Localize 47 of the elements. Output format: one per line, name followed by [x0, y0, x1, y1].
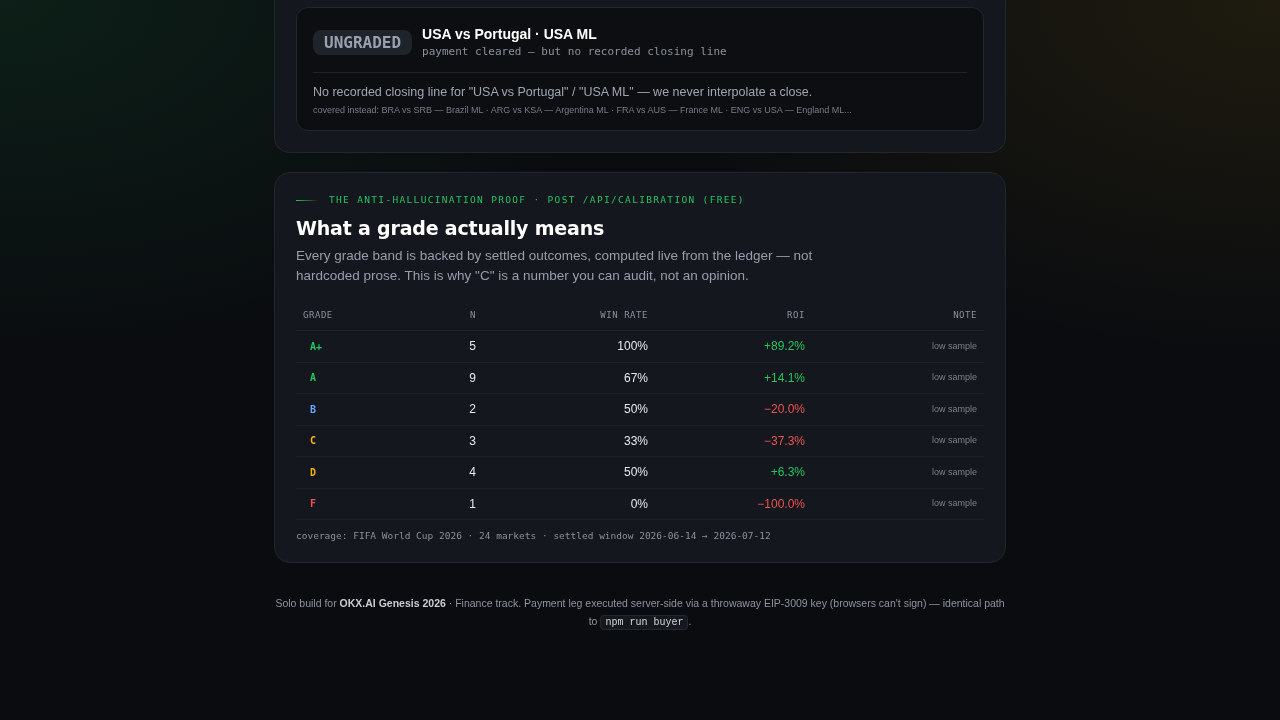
table-cell-text: 3: [469, 432, 476, 450]
column-header: WIN RATE: [600, 309, 648, 323]
match-subtitle: payment cleared — but no recorded closing line: [422, 44, 727, 60]
table-cell: low sample: [931, 465, 977, 479]
grade-cell-text: A: [310, 371, 317, 386]
column-header: GRADE: [303, 309, 333, 323]
section-eyebrow: THE ANTI-HALLUCINATION PROOF · POST /API/CALIBRATION (FREE): [329, 194, 745, 206]
table-cell-text: 67%: [623, 369, 648, 387]
table-cell-text: 0%: [630, 495, 648, 513]
match-title: USA vs Portugal · USA ML: [422, 25, 598, 43]
table-cell-text: low sample: [931, 371, 977, 384]
table-cell-text: 100%: [617, 338, 648, 356]
table-cell-text: low sample: [931, 434, 977, 447]
status-badge: UNGRADED: [313, 30, 413, 55]
table-cell-text: 2: [469, 401, 476, 419]
grade-cell-text: D: [310, 465, 317, 480]
command-code: npm run buyer: [600, 615, 689, 630]
table-cell-text: 9: [469, 369, 476, 387]
table-cell-text: 50%: [623, 401, 648, 419]
table-cell-text: −100.0%: [757, 495, 805, 513]
table-cell-text: −37.3%: [763, 432, 805, 450]
covered-instead-text: covered instead: BRA vs SRB — Brazil ML · ARG vs KSA — Argentina ML · FRA vs AUS — France ML · ENG vs USA — England ML...: [313, 104, 853, 116]
grade-cell-text: C: [310, 434, 317, 449]
table-cell-text: low sample: [931, 497, 977, 510]
grade-cell-text: F: [310, 497, 317, 512]
table-cell-text: 4: [469, 464, 476, 482]
column-header: NOTE: [953, 309, 977, 323]
table-cell-text: +6.3%: [770, 464, 805, 482]
grade-cell-text: B: [310, 402, 317, 417]
table-cell-text: +14.1%: [763, 369, 805, 387]
table-cell: low sample: [931, 339, 977, 353]
table-cell: low sample: [931, 402, 977, 416]
column-header: N: [470, 309, 476, 323]
table-cell-text: 1: [469, 495, 476, 513]
footer-text: Solo build for OKX.AI Genesis 2026 · Finance track. Payment leg executed server-side via a throwaway EIP-3009 key (browsers can't sign) — identical path to npm run buyer .: [274, 596, 1006, 632]
table-cell-text: +89.2%: [763, 338, 805, 356]
table-cell-text: 5: [469, 338, 476, 356]
section-description: Every grade band is backed by settled outcomes, computed live from the ledger — not hardcoded prose. This is why "C" is a number you can audit, not an opinion.: [296, 247, 814, 285]
grade-cell-text: A+: [310, 339, 323, 354]
table-cell-text: 50%: [623, 464, 648, 482]
no-closing-line-message: No recorded closing line for "USA vs Portugal" / "USA ML" — we never interpolate a close.: [313, 84, 814, 100]
table-cell-text: 33%: [623, 432, 648, 450]
table-cell-text: −20.0%: [763, 401, 805, 419]
section-title: What a grade actually means: [296, 216, 606, 241]
column-header: ROI: [787, 309, 805, 323]
coverage-text: coverage: FIFA World Cup 2026 · 24 markets · settled window 2026-06-14 → 2026-07-12: [296, 530, 772, 542]
accent-line: [296, 199, 319, 201]
